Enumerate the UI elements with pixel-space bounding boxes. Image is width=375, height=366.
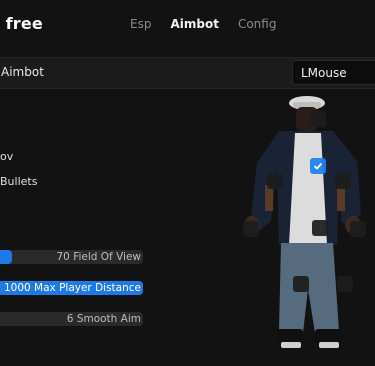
tab-bar: Esp Aimbot Config [130, 17, 276, 31]
hitbox-chest[interactable] [310, 158, 326, 174]
smooth-aim-slider[interactable]: 6 Smooth Aim [0, 312, 143, 326]
fov-slider-label: 70 Field Of View [56, 251, 142, 263]
tab-esp[interactable]: Esp [130, 17, 151, 31]
fov-slider-fill [0, 250, 12, 264]
aimbot-label: Aimbot [1, 65, 44, 79]
hitbox-left-hand[interactable] [243, 221, 259, 237]
hitbox-stomach[interactable] [312, 220, 328, 236]
character-preview [235, 93, 366, 355]
option-bullets[interactable]: Bullets [0, 175, 37, 188]
aimbot-toggle-row: Aimbot LMouse [0, 57, 375, 89]
tab-aimbot[interactable]: Aimbot [170, 17, 218, 31]
tab-config[interactable]: Config [238, 17, 277, 31]
option-fov[interactable]: ov [0, 150, 13, 163]
fov-slider[interactable]: 70 Field Of View [0, 250, 143, 264]
app-title: t free [0, 14, 43, 33]
hitbox-right-hand[interactable] [350, 221, 366, 237]
smooth-aim-slider-label: 6 Smooth Aim [66, 313, 141, 325]
hitbox-left-arm[interactable] [267, 173, 283, 189]
hitbox-left-leg[interactable] [293, 276, 309, 292]
check-icon [313, 162, 323, 170]
max-distance-slider[interactable]: 1000 Max Player Distance [0, 281, 143, 295]
hitbox-right-arm[interactable] [335, 173, 351, 189]
hitbox-head[interactable] [310, 111, 326, 127]
aimbot-key-select[interactable]: LMouse [292, 60, 375, 85]
max-distance-slider-label: 1000 Max Player Distance [3, 282, 141, 294]
hitbox-right-leg[interactable] [337, 276, 353, 292]
